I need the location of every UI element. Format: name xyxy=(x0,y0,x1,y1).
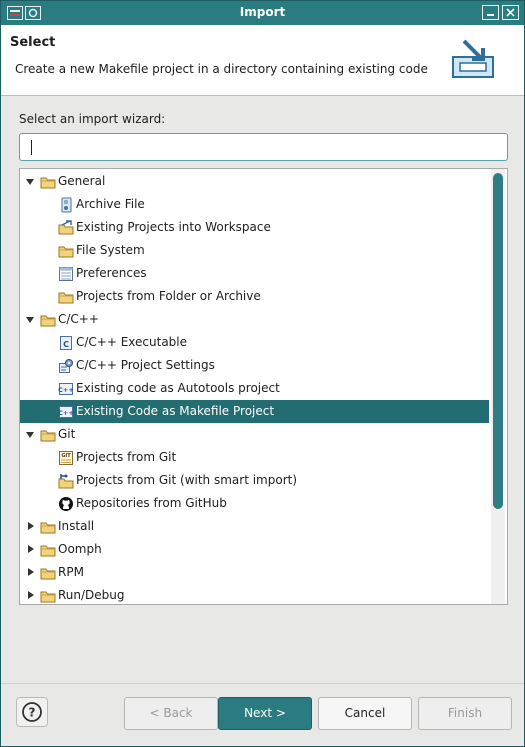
tree-item[interactable]: Projects from Git (with smart import) xyxy=(20,469,489,492)
tree-item-label: Run/Debug xyxy=(58,588,125,602)
folder-icon xyxy=(40,315,56,327)
import-wizard-banner-icon xyxy=(452,39,494,78)
tree-scrollbar[interactable] xyxy=(491,169,505,604)
tree-item-label: Existing Projects into Workspace xyxy=(76,220,271,234)
page-description: Create a new Makefile project in a direc… xyxy=(15,62,428,76)
tree-item-label: Projects from Git (with smart import) xyxy=(76,473,298,487)
back-button[interactable]: < Back xyxy=(124,697,218,730)
wizard-filter-input[interactable] xyxy=(19,133,508,161)
tree-item-label: Existing Code as Makefile Project xyxy=(76,404,275,418)
next-button[interactable]: Next > xyxy=(218,697,312,730)
expand-arrow-icon[interactable] xyxy=(28,545,34,553)
tree-item[interactable]: Git xyxy=(20,423,489,446)
tree-item[interactable]: Archive File xyxy=(20,193,489,216)
import-projects-icon xyxy=(58,220,74,235)
git-smart-import-icon xyxy=(58,474,74,489)
tree-item-label: Git xyxy=(58,427,76,441)
page-title: Select xyxy=(10,35,56,50)
tree-item[interactable]: C++ Existing code as Autotools project xyxy=(20,377,489,400)
tree-item-label: File System xyxy=(76,243,145,257)
tree-item[interactable]: General xyxy=(20,170,489,193)
collapse-arrow-icon[interactable] xyxy=(26,317,34,323)
tree-item-label: Install xyxy=(58,519,95,533)
svg-text:C++: C++ xyxy=(58,386,74,394)
expand-arrow-icon[interactable] xyxy=(28,591,34,599)
footer-separator xyxy=(1,683,524,684)
tree-item[interactable]: C++ Existing Code as Makefile Project xyxy=(20,400,489,423)
svg-text:C++: C++ xyxy=(58,409,74,417)
minimize-button[interactable] xyxy=(482,5,499,20)
collapse-arrow-icon[interactable] xyxy=(26,179,34,185)
tree-item[interactable]: Run/Debug xyxy=(20,584,489,604)
close-icon xyxy=(506,8,515,17)
tree-item[interactable]: Repositories from GitHub xyxy=(20,492,489,515)
project-settings-icon xyxy=(59,359,73,373)
tree-item[interactable]: GIT Projects from Git xyxy=(20,446,489,469)
wizard-header: Select Create a new Makefile project in … xyxy=(1,25,524,96)
svg-text:GIT: GIT xyxy=(61,453,71,459)
folder-icon xyxy=(40,177,56,189)
expand-arrow-icon[interactable] xyxy=(28,522,34,530)
tree-item[interactable]: C C/C++ Executable xyxy=(20,331,489,354)
expand-arrow-icon[interactable] xyxy=(28,568,34,576)
cancel-button[interactable]: Cancel xyxy=(318,697,412,730)
folder-icon xyxy=(40,568,56,580)
tree-item[interactable]: Existing Projects into Workspace xyxy=(20,216,489,239)
import-wizard-tree[interactable]: General Archive File Existing Projects int… xyxy=(19,168,508,605)
scrollbar-thumb[interactable] xyxy=(493,173,503,509)
help-button[interactable]: ? xyxy=(16,697,48,727)
tree-item-label: General xyxy=(58,174,106,188)
title-bar: Import xyxy=(1,1,524,25)
text-cursor xyxy=(31,140,32,155)
svg-text:?: ? xyxy=(29,706,36,720)
folder-icon xyxy=(40,522,56,534)
svg-text:C: C xyxy=(63,340,69,349)
tree-item-label: Archive File xyxy=(76,197,145,211)
tree-item-label: Projects from Git xyxy=(76,450,177,464)
folder-icon xyxy=(40,545,56,557)
archive-file-icon xyxy=(61,197,72,213)
tree-item-label: Projects from Folder or Archive xyxy=(76,289,261,303)
tree-item-label: Repositories from GitHub xyxy=(76,496,227,510)
preferences-icon xyxy=(59,267,73,281)
import-dialog: Import Select Create a new Makefile proj… xyxy=(0,0,525,747)
tree-item[interactable]: C/C++ xyxy=(20,308,489,331)
tree-item[interactable]: C/C++ Project Settings xyxy=(20,354,489,377)
minimize-icon xyxy=(487,14,494,16)
tree-item[interactable]: Install xyxy=(20,515,489,538)
folder-icon xyxy=(40,430,56,442)
c-file-icon: C xyxy=(60,336,72,350)
tree-item[interactable]: Preferences xyxy=(20,262,489,285)
wizard-filter-label: Select an import wizard: xyxy=(19,112,166,126)
tree-item-label: Preferences xyxy=(76,266,147,280)
tree-item[interactable]: File System xyxy=(20,239,489,262)
window-title: Import xyxy=(239,5,286,19)
tree-item[interactable]: Oomph xyxy=(20,538,489,561)
close-button[interactable] xyxy=(502,5,519,20)
cpp-code-icon: C++ xyxy=(58,406,74,418)
folder-icon xyxy=(40,591,56,603)
tree-item-label: RPM xyxy=(58,565,84,579)
collapse-arrow-icon[interactable] xyxy=(26,432,34,438)
finish-button[interactable]: Finish xyxy=(418,697,512,730)
folder-icon xyxy=(58,292,74,304)
git-icon: GIT xyxy=(59,451,73,465)
help-icon: ? xyxy=(22,702,42,722)
tree-item-label: C/C++ Executable xyxy=(76,335,188,349)
tree-item[interactable]: RPM xyxy=(20,561,489,584)
github-icon xyxy=(59,497,73,511)
tree-item-label: Existing code as Autotools project xyxy=(76,381,280,395)
folder-icon xyxy=(58,246,74,258)
tree-item[interactable]: Projects from Folder or Archive xyxy=(20,285,489,308)
tree-item-label: C/C++ xyxy=(58,312,99,326)
tree-item-label: C/C++ Project Settings xyxy=(76,358,215,372)
tree-item-label: Oomph xyxy=(58,542,102,556)
cpp-code-icon: C++ xyxy=(58,383,74,395)
